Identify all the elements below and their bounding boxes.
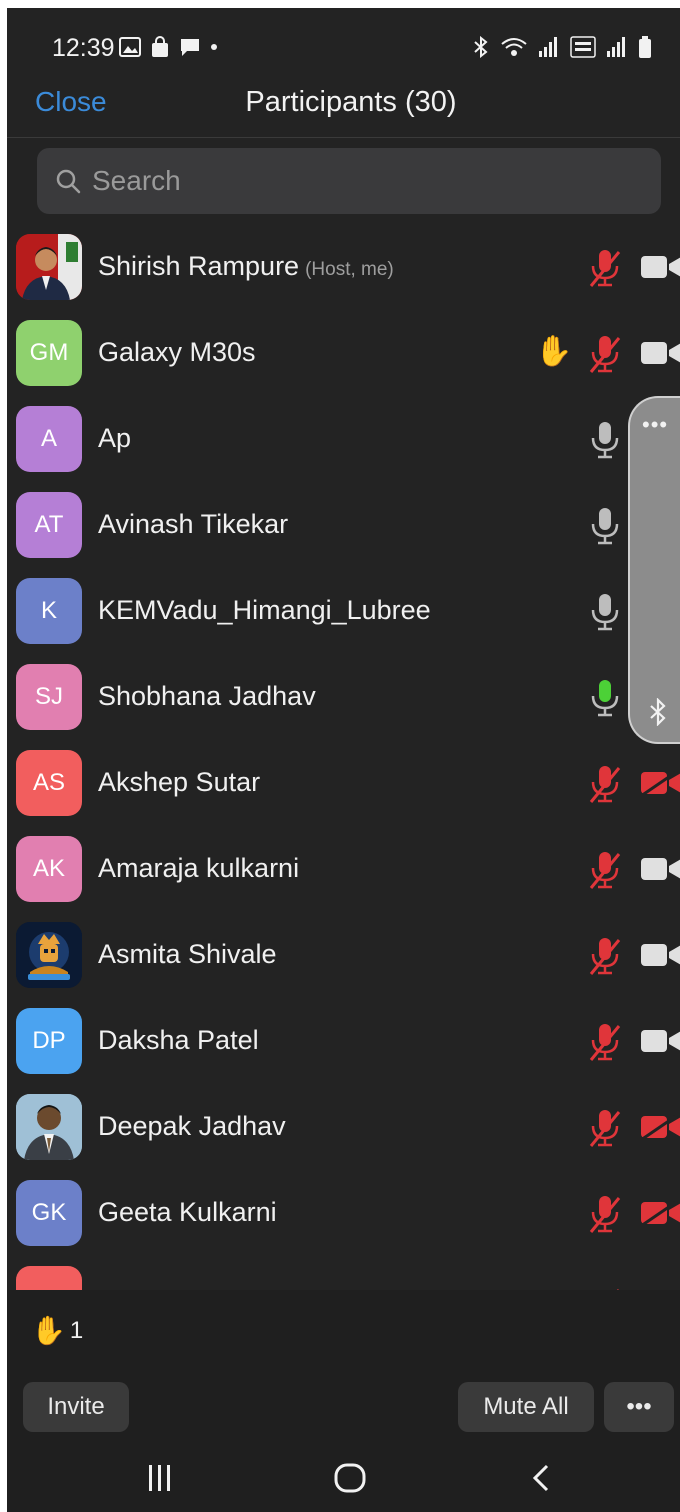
participant-row[interactable]: Shirish Rampure (Host, me) — [7, 224, 680, 310]
participant-row[interactable]: DP Daksha Patel — [7, 998, 680, 1084]
camera-blocked-icon[interactable] — [639, 1114, 680, 1140]
avatar: K — [16, 578, 82, 644]
avatar: AS — [16, 750, 82, 816]
volte-icon — [570, 36, 596, 58]
profile-photo-icon — [16, 234, 82, 300]
search-icon — [56, 169, 81, 194]
camera-off-icon[interactable] — [639, 340, 680, 366]
avatar: AK — [16, 836, 82, 902]
mic-icon[interactable] — [587, 506, 623, 546]
bubble-more-icon[interactable]: ••• — [642, 412, 668, 438]
mic-muted-icon[interactable] — [587, 1022, 623, 1062]
invite-button[interactable]: Invite — [23, 1382, 129, 1432]
participant-row[interactable]: Asmita Shivale — [7, 912, 680, 998]
recents-icon[interactable] — [147, 1463, 173, 1493]
participant-name: Ap — [98, 423, 132, 453]
participant-row[interactable]: SJ Shobhana Jadhav — [7, 654, 680, 740]
participant-row[interactable]: A Ap — [7, 396, 680, 482]
back-icon[interactable] — [531, 1463, 551, 1493]
dot-icon — [211, 44, 217, 50]
avatar: A — [16, 406, 82, 472]
camera-off-icon[interactable] — [639, 856, 680, 882]
more-options-button[interactable]: ••• — [604, 1382, 674, 1432]
avatar: SJ — [16, 664, 82, 730]
participant-name: Shirish Rampure — [98, 251, 300, 281]
signal-icon-2 — [607, 37, 625, 57]
participant-row[interactable]: K KEMVadu_Himangi_Lubree — [7, 568, 680, 654]
home-icon[interactable] — [334, 1463, 366, 1493]
mic-muted-icon[interactable] — [587, 764, 623, 804]
camera-blocked-icon[interactable] — [639, 1200, 680, 1226]
avatar — [16, 922, 82, 988]
profile-photo-icon — [16, 922, 82, 988]
participant-name: Daksha Patel — [98, 1025, 259, 1055]
participant-role: (Host, me) — [305, 259, 394, 280]
navigation-bar — [7, 1444, 680, 1512]
shopping-bag-icon — [152, 36, 168, 57]
avatar: GM — [16, 320, 82, 386]
mic-icon[interactable] — [587, 592, 623, 632]
mic-muted-icon[interactable] — [587, 248, 623, 288]
camera-off-icon[interactable] — [639, 254, 680, 280]
page-title: Participants (30) — [245, 86, 457, 118]
gallery-icon — [119, 37, 141, 57]
camera-off-icon[interactable] — [639, 942, 680, 968]
participant-row[interactable]: AS Akshep Sutar — [7, 740, 680, 826]
participant-row[interactable]: AT Avinash Tikekar — [7, 482, 680, 568]
avatar: AT — [16, 492, 82, 558]
bluetooth-icon — [474, 36, 488, 58]
wifi-icon — [501, 38, 527, 56]
avatar: DP — [16, 1008, 82, 1074]
raised-hands-summary[interactable]: ✋ 1 — [31, 1314, 83, 1347]
participant-name: Shobhana Jadhav — [98, 681, 316, 711]
mic-muted-icon[interactable] — [587, 936, 623, 976]
participant-name: Deepak Jadhav — [98, 1111, 286, 1141]
status-time: 12:39 — [52, 34, 115, 62]
avatar — [16, 1094, 82, 1160]
battery-icon — [639, 36, 651, 58]
mic-muted-icon[interactable] — [587, 1194, 623, 1234]
avatar — [16, 234, 82, 300]
profile-photo-icon — [16, 1094, 82, 1160]
chat-icon — [181, 39, 199, 56]
participant-name: Avinash Tikekar — [98, 509, 289, 539]
raised-hands-count: 1 — [69, 1316, 84, 1344]
participant-row[interactable]: Deepak Jadhav — [7, 1084, 680, 1170]
bluetooth-icon[interactable] — [648, 698, 668, 726]
search-input[interactable] — [92, 158, 642, 204]
participant-list[interactable]: Shirish Rampure (Host, me) GM Galaxy M30s… — [7, 224, 680, 1290]
mic-muted-icon[interactable] — [587, 850, 623, 890]
participant-row[interactable] — [7, 1256, 680, 1290]
participant-name: Geeta Kulkarni — [98, 1197, 277, 1227]
mute-all-button[interactable]: Mute All — [458, 1382, 594, 1432]
camera-blocked-icon[interactable] — [639, 770, 680, 796]
mic-speaking-icon[interactable] — [587, 678, 623, 718]
avatar — [16, 1266, 82, 1290]
mic-muted-icon[interactable] — [587, 1108, 623, 1148]
raised-hand-icon: ✋ — [31, 1315, 66, 1346]
participant-row[interactable]: AK Amaraja kulkarni — [7, 826, 680, 912]
mic-muted-icon[interactable] — [587, 334, 623, 374]
search-box[interactable] — [37, 148, 661, 214]
raised-hand-icon: ✋ — [535, 335, 573, 368]
mic-icon[interactable] — [587, 420, 623, 460]
signal-icon — [539, 37, 557, 57]
zoom-participants-screen: 12:39 Close Participants (30) Search Shi… — [7, 8, 680, 1512]
camera-off-icon[interactable] — [639, 1028, 680, 1054]
participant-name: Asmita Shivale — [98, 939, 277, 969]
footer-bar: ✋ 1 Invite Mute All ••• — [7, 1290, 680, 1444]
participant-row[interactable]: GK Geeta Kulkarni — [7, 1170, 680, 1256]
status-bar: 12:39 — [7, 8, 680, 78]
header-divider — [7, 137, 680, 138]
participant-name: Galaxy M30s — [98, 337, 256, 367]
participant-name: Amaraja kulkarni — [98, 853, 300, 883]
participant-name: KEMVadu_Himangi_Lubree — [98, 595, 431, 625]
floating-assistant-bubble[interactable]: ••• — [628, 396, 680, 744]
participant-name: Akshep Sutar — [98, 767, 261, 797]
avatar: GK — [16, 1180, 82, 1246]
participant-row[interactable]: GM Galaxy M30s ✋ — [7, 310, 680, 396]
